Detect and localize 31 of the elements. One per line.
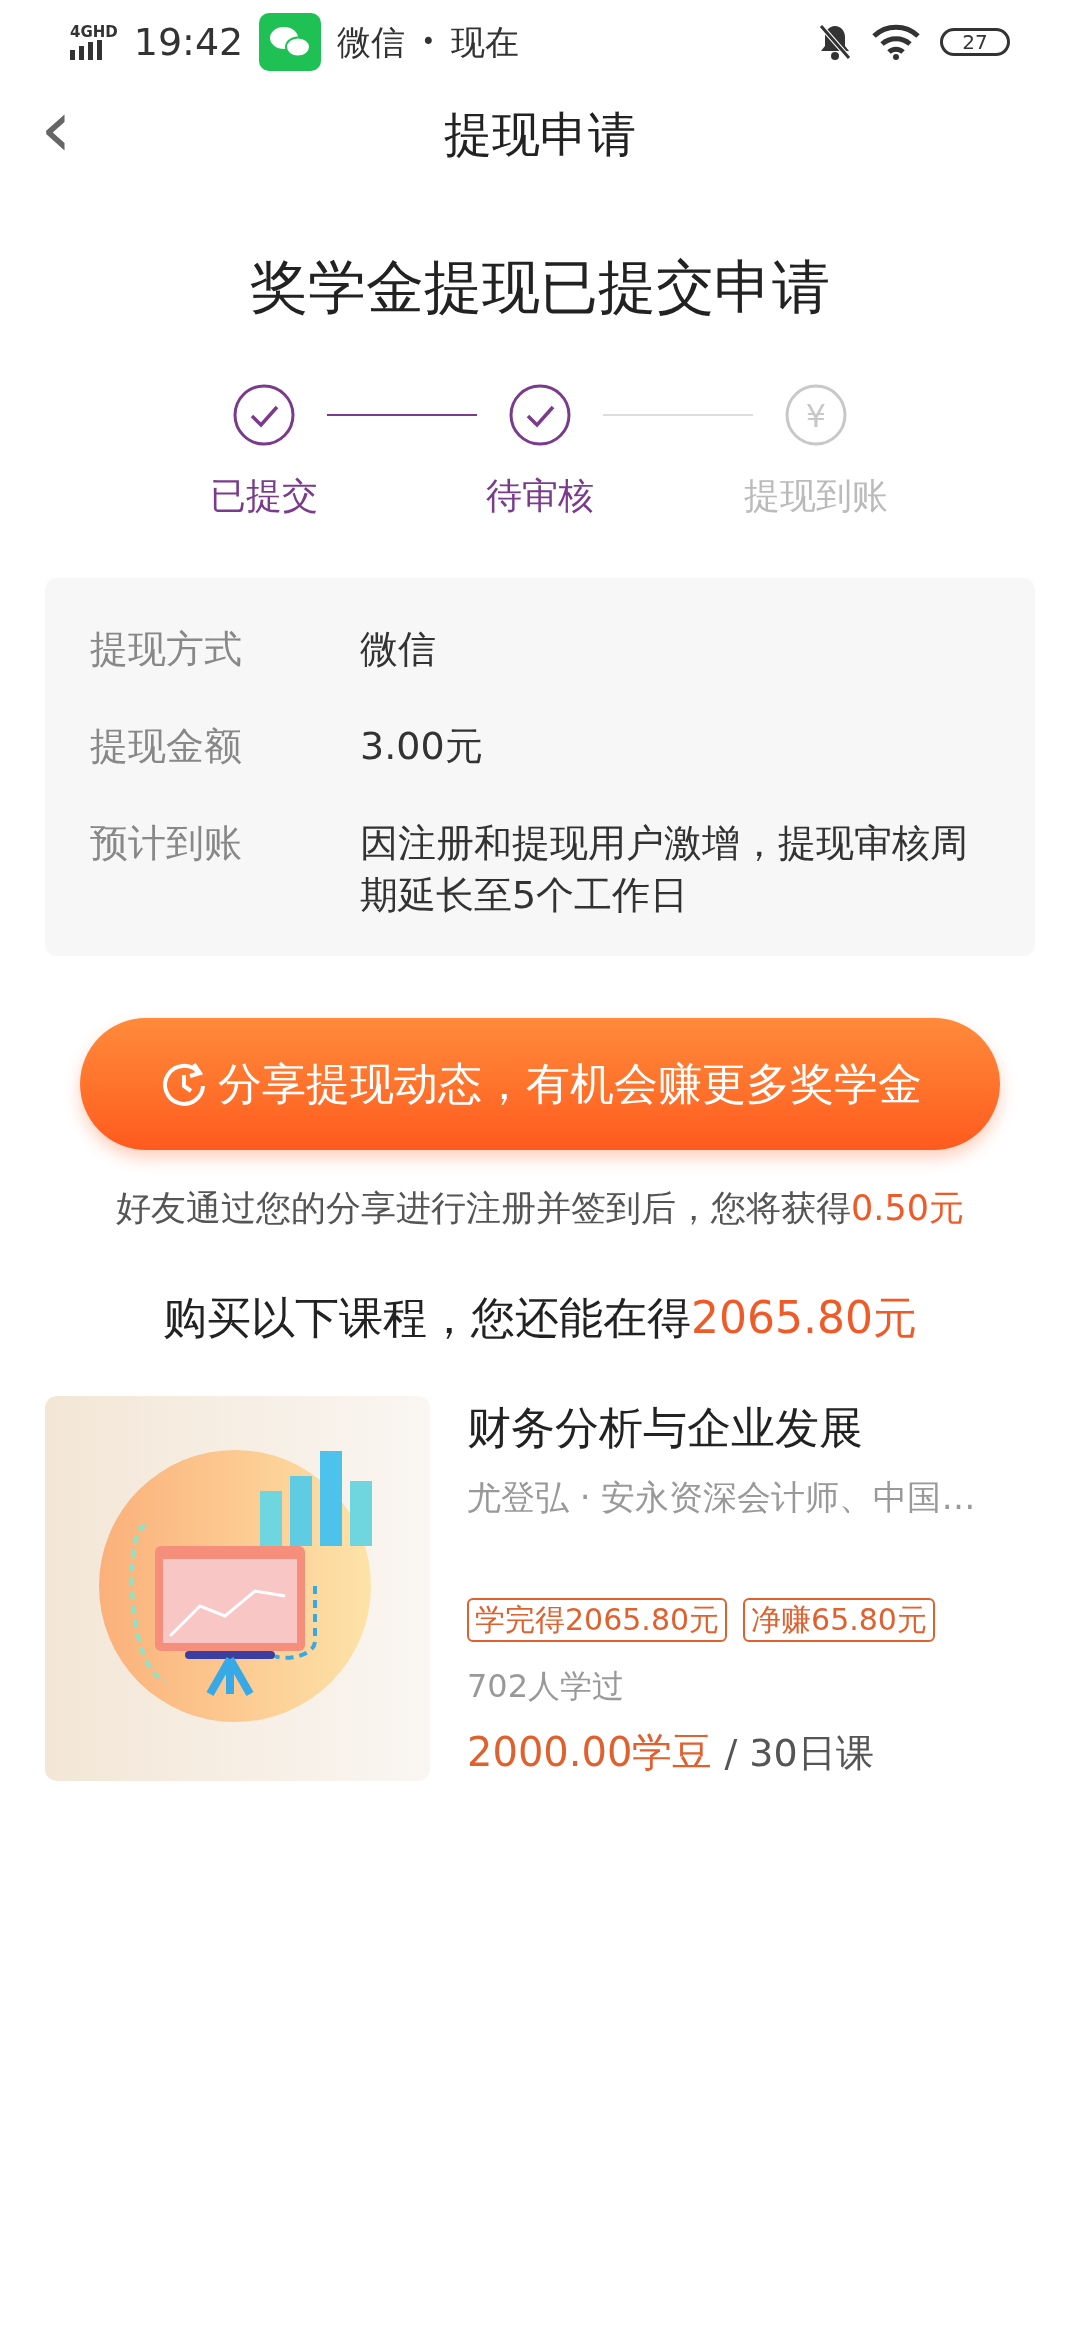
course-tag: 净赚65.80元 xyxy=(743,1597,935,1642)
page-title: 提现申请 xyxy=(444,105,636,164)
status-heading: 奖学金提现已提交申请 xyxy=(249,252,831,323)
detail-label: 提现方式 xyxy=(90,626,243,673)
separator-dot: • xyxy=(421,27,436,58)
detail-value: 微信 xyxy=(360,626,437,673)
learner-count: 702人学过 xyxy=(467,1665,626,1707)
course-tag: 学完得2065.80元 xyxy=(467,1597,728,1642)
course-author: 尤登弘 · 安永资深会计师、中国… xyxy=(467,1475,977,1519)
share-reward-note: 好友通过您的分享进行注册并签到后，您将获得0.50元 xyxy=(115,1187,965,1230)
step-label: 已提交 xyxy=(210,474,318,518)
wifi-icon xyxy=(872,24,920,60)
detail-label: 提现金额 xyxy=(90,723,243,770)
clock-time: 19:42 xyxy=(133,18,244,66)
step-label: 提现到账 xyxy=(744,474,888,518)
network-label: 4GHD xyxy=(70,24,118,40)
notification-time: 现在 xyxy=(451,20,520,64)
yen-circle-icon: ¥ xyxy=(784,383,848,447)
back-button[interactable]: ‹ xyxy=(40,84,72,174)
notification-app: 微信 xyxy=(337,20,406,64)
courses-heading: 购买以下课程，您还能在得2065.80元 xyxy=(162,1290,918,1345)
detail-value: 因注册和提现用户激增，提现审核周期延长至5个工作日 xyxy=(360,820,969,919)
step-label: 待审核 xyxy=(486,474,594,518)
muted-bell-icon xyxy=(818,23,852,61)
course-title: 财务分析与企业发展 xyxy=(467,1400,864,1455)
detail-value: 3.00元 xyxy=(360,723,484,770)
detail-label: 预计到账 xyxy=(90,820,243,867)
course-duration: / 30日课 xyxy=(724,1729,874,1777)
chat-app-icon xyxy=(259,13,322,71)
battery-level: 27 xyxy=(962,32,988,52)
course-price: 2000.00学豆 xyxy=(467,1727,713,1777)
